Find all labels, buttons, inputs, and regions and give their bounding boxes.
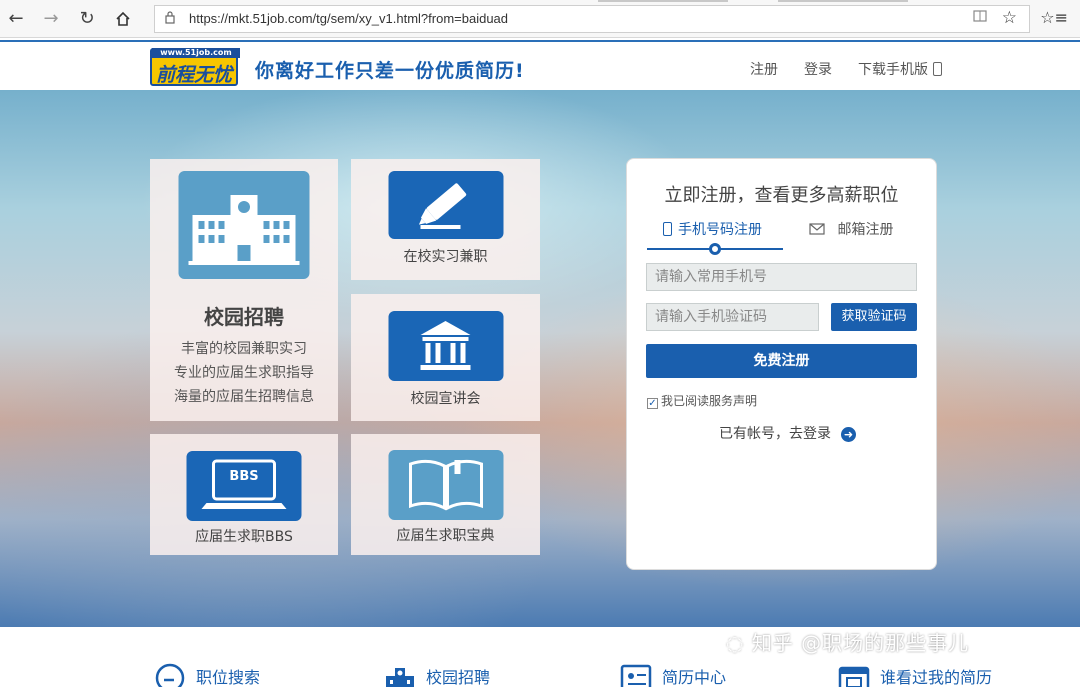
highlighter-pen-icon	[388, 171, 503, 239]
url-text[interactable]: https://mkt.51job.com/tg/sem/xy_v1.html?…	[189, 11, 508, 26]
bbs-tile[interactable]: BBS 应届生求职BBS	[150, 434, 338, 555]
campus-desc-line: 丰富的校园兼职实习	[181, 341, 307, 357]
guide-label: 应届生求职宝典	[396, 528, 495, 544]
favorite-star-icon[interactable]: ☆	[1002, 8, 1017, 28]
campus-desc: 丰富的校园兼职实习 专业的应届生求职指导 海量的应届生招聘信息	[150, 337, 338, 409]
active-tab-indicator	[709, 243, 721, 255]
nav-job-search-label: 职位搜索	[196, 668, 261, 687]
tab-indicator	[598, 0, 728, 2]
logo-domain: www.51job.com	[152, 48, 240, 58]
header-links: 注册 登录 下载手机版	[750, 59, 942, 79]
free-register-button[interactable]: 免费注册	[646, 344, 917, 378]
nav-who-viewed-label: 谁看过我的简历	[880, 668, 993, 687]
wechat-icon: ◌	[726, 631, 745, 655]
forward-arrow-icon[interactable]: →	[40, 8, 62, 30]
search-circle-icon	[155, 663, 185, 687]
logo[interactable]: www.51job.com 前程无忧	[150, 48, 240, 86]
get-code-button[interactable]: 获取验证码	[831, 303, 917, 331]
tab-email-register[interactable]: 邮箱注册	[809, 219, 893, 239]
bbs-screen-text: BBS	[229, 469, 259, 484]
nav-campus-recruit[interactable]: 校园招聘	[384, 660, 490, 687]
campus-recruit-tile[interactable]: 校园招聘 丰富的校园兼职实习 专业的应届生求职指导 海量的应届生招聘信息	[150, 159, 338, 421]
seminar-tile[interactable]: 校园宣讲会	[351, 294, 540, 421]
site-header: www.51job.com 前程无忧 你离好工作只差一份优质简历! 注册 登录 …	[0, 40, 1080, 90]
bank-building-icon	[388, 311, 503, 381]
nav-resume-label: 简历中心	[662, 668, 727, 687]
school-building-icon	[386, 668, 414, 687]
intern-label: 在校实习兼职	[403, 249, 488, 265]
browser-toolbar: ← → ↻ https://mkt.51job.com/tg/sem/xy_v1…	[0, 0, 1080, 38]
tab-phone-register[interactable]: 手机号码注册	[663, 219, 762, 239]
campus-desc-line: 海量的应届生招聘信息	[174, 389, 314, 405]
phone-icon	[663, 222, 672, 236]
register-title: 立即注册，查看更多高薪职位	[664, 185, 899, 206]
folder-eye-icon	[838, 666, 870, 687]
reader-view-icon[interactable]	[973, 10, 987, 26]
download-app-link[interactable]: 下载手机版	[858, 59, 942, 79]
seminar-label: 校园宣讲会	[410, 391, 481, 407]
campus-desc-line: 专业的应届生求职指导	[174, 365, 314, 381]
tab-indicator	[778, 0, 908, 2]
watermark: ◌ 知乎 @职场的那些事儿	[726, 627, 969, 656]
arrow-right-circle-icon: ➜	[841, 427, 856, 442]
download-app-label: 下载手机版	[858, 62, 928, 78]
register-link[interactable]: 注册	[750, 59, 778, 79]
go-login-label: 已有帐号，去登录	[719, 426, 831, 442]
verify-code-input[interactable]: 请输入手机验证码	[646, 303, 819, 331]
envelope-icon	[809, 222, 837, 238]
hero-banner: 校园招聘 丰富的校园兼职实习 专业的应届生求职指导 海量的应届生招聘信息 在校实…	[0, 90, 1080, 627]
register-panel: 立即注册，查看更多高薪职位 手机号码注册 邮箱注册 请输入常用手机号 请输入手机…	[626, 158, 937, 570]
favorites-list-icon[interactable]: ☆≡	[1040, 8, 1068, 27]
tab-phone-label: 手机号码注册	[678, 222, 762, 238]
agree-checkbox[interactable]: ✓	[647, 398, 658, 409]
phone-input[interactable]: 请输入常用手机号	[646, 263, 917, 291]
tab-mail-label: 邮箱注册	[837, 222, 894, 238]
open-book-icon	[388, 450, 503, 520]
nav-job-search[interactable]: 职位搜索	[154, 660, 260, 687]
login-link[interactable]: 登录	[804, 59, 832, 79]
home-icon[interactable]	[112, 8, 134, 30]
refresh-icon[interactable]: ↻	[76, 8, 98, 30]
mobile-phone-icon	[933, 62, 942, 76]
id-card-icon	[620, 664, 652, 687]
bottom-nav: 职位搜索 校园招聘 简历中心 谁看过我的简历 ◌ 知乎 @职场的那些事儿	[0, 627, 1080, 687]
campus-title: 校园招聘	[204, 305, 284, 329]
watermark-text: 知乎 @职场的那些事儿	[751, 631, 970, 655]
go-login-link[interactable]: 已有帐号，去登录 ➜	[719, 423, 856, 443]
bbs-label: 应届生求职BBS	[195, 529, 293, 545]
laptop-icon: BBS	[186, 451, 302, 521]
address-bar[interactable]: https://mkt.51job.com/tg/sem/xy_v1.html?…	[154, 5, 1030, 33]
guide-tile[interactable]: 应届生求职宝典	[351, 434, 540, 555]
nav-resume-center[interactable]: 简历中心	[620, 660, 726, 687]
agree-label: 我已阅读服务声明	[661, 394, 758, 408]
slogan: 你离好工作只差一份优质简历!	[255, 60, 525, 82]
logo-name: 前程无忧	[155, 64, 232, 86]
lock-icon	[165, 11, 175, 28]
nav-who-viewed[interactable]: 谁看过我的简历	[838, 660, 992, 687]
nav-campus-label: 校园招聘	[426, 668, 491, 687]
back-arrow-icon[interactable]: ←	[5, 8, 27, 30]
agree-terms[interactable]: ✓ 我已阅读服务声明	[647, 392, 757, 409]
intern-tile[interactable]: 在校实习兼职	[351, 159, 540, 280]
campus-building-icon	[178, 171, 310, 279]
